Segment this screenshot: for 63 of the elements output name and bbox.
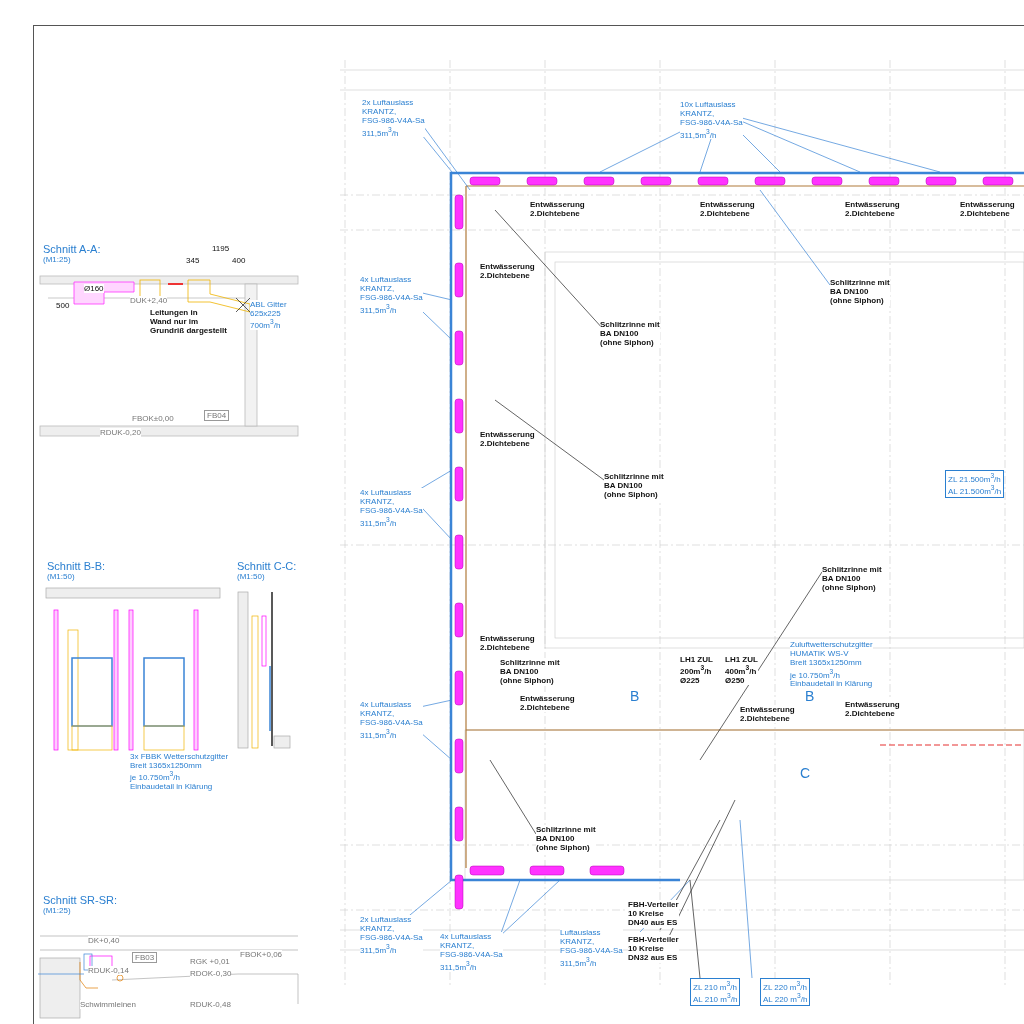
plan-note: Leitungen in Wand nur im Grundriß dargestellt (150, 308, 227, 336)
airflow-label: ZL 21.500m$^{3}$/h AL 21.500m$^{3}$/h (945, 470, 1005, 498)
dimension-label: 1195 (212, 244, 230, 254)
section-scale: (M1:25) (43, 255, 71, 264)
section-marker: B (630, 688, 640, 705)
plan-note: Entwässerung 2.Dichtebene (960, 200, 1015, 219)
room-label: FB03 (132, 952, 158, 964)
section-marker: C (800, 765, 811, 782)
plan-note: Entwässerung 2.Dichtebene (480, 430, 535, 449)
airflow-label: ZL 210 m$^{3}$/h AL 210 m$^{3}$/h (690, 978, 741, 1006)
air-outlet-note: 2x Luftauslass KRANTZ, FSG-986-V4A-Sa 311,5m$^{3}$/h (362, 98, 425, 138)
plan-note: Entwässerung 2.Dichtebene (480, 262, 535, 281)
room-label: FB04 (204, 410, 230, 422)
level-label: Schwimmleinen (80, 1000, 137, 1010)
dimension-label: 345 (186, 256, 200, 266)
plan-note: Schlitzrinne mit BA DN100 (ohne Siphon) (500, 658, 560, 686)
plan-note: Schlitzrinne mit BA DN100 (ohne Siphon) (604, 472, 664, 500)
section-title: Schnitt A-A: (43, 243, 101, 255)
airflow-label: ZL 220 m$^{3}$/h AL 220 m$^{3}$/h (760, 978, 811, 1006)
dimension-label: 500 (56, 301, 70, 311)
plan-note: Schlitzrinne mit BA DN100 (ohne Siphon) (600, 320, 660, 348)
dimension-label: Ø160 (84, 284, 104, 294)
plan-note: Entwässerung 2.Dichtebene (845, 200, 900, 219)
air-outlet-note: 10x Luftauslass KRANTZ, FSG-986-V4A-Sa 311,5m$^{3}$/h (680, 100, 743, 140)
plan-note: Entwässerung 2.Dichtebene (530, 200, 585, 219)
section-title: Schnitt B-B: (47, 560, 106, 572)
plan-note: Schlitzrinne mit BA DN100 (ohne Siphon) (822, 565, 882, 593)
air-outlet-note: 4x Luftauslass KRANTZ, FSG-986-V4A-Sa 311,5m$^{3}$/h (440, 932, 503, 972)
level-label: DUK+2,40 (130, 296, 168, 306)
air-outlet-note: Luftauslass KRANTZ, FSG-986-V4A-Sa 311,5m$^{3}$/h (560, 928, 623, 968)
level-label: RDUK-0,48 (190, 1000, 231, 1010)
plan-note: Entwässerung 2.Dichtebene (480, 634, 535, 653)
section-scale: (M1:25) (43, 906, 71, 915)
level-label: RGK +0,01 (190, 957, 230, 967)
dimension-label: 400 (232, 256, 246, 266)
air-outlet-note: Zuluftwetterschutzgitter HUMATIK WS-V Breit 1365x1250mm je 10.750m$^{3}$/h Einbaudetail in Klärung (790, 640, 873, 689)
section-title: Schnitt SR-SR: (43, 894, 117, 906)
level-label: RDUK-0,20 (100, 428, 141, 438)
level-label: FBOK±0,00 (132, 414, 174, 424)
section-title: Schnitt C-C: (237, 560, 297, 572)
air-outlet-note: ABL Gitter 625x225 700m$^{3}$/h (250, 300, 287, 331)
plan-note: FBH-Verteiler 10 Kreise DN32 aus ES (628, 935, 679, 963)
section-marker: B (805, 688, 815, 705)
air-outlet-note: 4x Luftauslass KRANTZ, FSG-986-V4A-Sa 311,5m$^{3}$/h (360, 488, 423, 528)
plan-note: Schlitzrinne mit BA DN100 (ohne Siphon) (830, 278, 890, 306)
section-scale: (M1:50) (237, 572, 265, 581)
plan-note: Entwässerung 2.Dichtebene (700, 200, 755, 219)
air-outlet-note: 4x Luftauslass KRANTZ, FSG-986-V4A-Sa 311,5m$^{3}$/h (360, 275, 423, 315)
air-outlet-note: 3x FBBK Wetterschutzgitter Breit 1365x1250mm je 10.750m$^{3}$/h Einbaudetail in Klärung (130, 752, 229, 792)
plan-note: LH1 ZUL 400m$^{3}$/h Ø250 (725, 655, 758, 686)
level-label: DK+0,40 (88, 936, 120, 946)
plan-note: LH1 ZUL 200m$^{3}$/h Ø225 (680, 655, 713, 686)
plan-note: FBH-Verteiler 10 Kreise DN40 aus ES (628, 900, 679, 928)
plan-note: Schlitzrinne mit BA DN100 (ohne Siphon) (536, 825, 596, 853)
level-label: RDOK-0,30 (190, 969, 232, 979)
air-outlet-note: 4x Luftauslass KRANTZ, FSG-986-V4A-Sa 311,5m$^{3}$/h (360, 700, 423, 740)
air-outlet-note: 2x Luftauslass KRANTZ, FSG-986-V4A-Sa 311,5m$^{3}$/h (360, 915, 423, 955)
level-label: RDUK-0,14 (88, 966, 129, 976)
section-scale: (M1:50) (47, 572, 75, 581)
plan-note: Entwässerung 2.Dichtebene (520, 694, 575, 713)
plan-note: Entwässerung 2.Dichtebene (845, 700, 900, 719)
plan-note: Entwässerung 2.Dichtebene (740, 705, 795, 724)
level-label: FBOK+0,06 (240, 950, 283, 960)
